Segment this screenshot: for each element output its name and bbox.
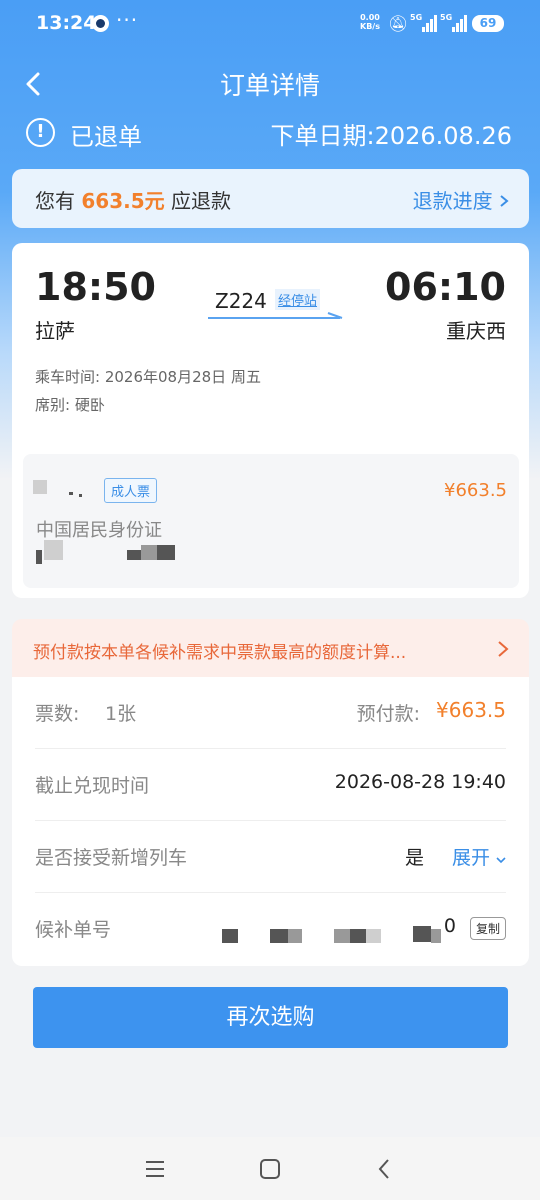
status-time: 13:24 — [36, 12, 97, 34]
network-speed: 0.00 KB/s — [360, 13, 380, 31]
home-icon[interactable] — [258, 1157, 282, 1181]
ticket-card: 18:50 拉萨 Z224 经停站 06:10 重庆西 乘车时间: 2026年0… — [12, 243, 529, 598]
refund-amount: 663.5元 — [81, 189, 165, 213]
prepayment-notice[interactable]: 预付款按本单各候补需求中票款最高的额度计算... — [12, 619, 529, 677]
passenger-info: 成人票 ¥663.5 中国居民身份证 — [23, 454, 519, 588]
waitlist-number-row: 候补单号 0 复制 — [35, 893, 506, 965]
seat-type: 席别: 硬卧 — [35, 396, 105, 414]
notice-text: 预付款按本单各候补需求中票款最高的额度计算... — [33, 643, 407, 663]
order-status-row: ! 已退单 下单日期:2026.08.26 — [26, 115, 516, 151]
signal-sim1-icon: 5G — [410, 13, 437, 32]
rebuy-button[interactable]: 再次选购 — [33, 987, 508, 1048]
refund-banner: 您有 663.5元 应退款 退款进度 — [12, 169, 529, 228]
arrival-time: 06:10 — [385, 265, 506, 309]
train-number: Z224 — [215, 289, 267, 313]
status-bar: 13:24 ··· 0.00 KB/s 🔕︎ 5G 5G 69 — [0, 0, 540, 50]
ticket-price: ¥663.5 — [444, 480, 507, 501]
deadline-value: 2026-08-28 19:40 — [334, 771, 506, 793]
accept-new-trains-value: 是 — [404, 847, 424, 869]
refund-progress-link[interactable]: 退款进度 — [413, 185, 509, 214]
ride-time: 乘车时间: 2026年08月28日 周五 — [35, 368, 261, 386]
deadline-row: 截止兑现时间 2026-08-28 19:40 — [35, 749, 506, 821]
menu-icon[interactable] — [143, 1157, 167, 1181]
prepay-amount: ¥663.5 — [436, 698, 506, 722]
alert-circle-icon: ! — [26, 118, 55, 147]
deadline-label: 截止兑现时间 — [35, 775, 150, 797]
waitlist-number-label: 候补单号 — [35, 919, 112, 941]
app-notification-icon — [92, 15, 109, 32]
mute-bell-icon: 🔕︎ — [388, 14, 409, 33]
chevron-down-icon — [496, 857, 506, 864]
tickets-label: 票数: — [35, 703, 80, 725]
waitlist-number-tail: 0 — [443, 915, 456, 937]
more-notifications-icon: ··· — [116, 8, 139, 32]
copy-button[interactable]: 复制 — [469, 917, 506, 940]
refund-message: 您有 663.5元 应退款 — [35, 189, 231, 213]
redacted-waitlist-number — [222, 929, 238, 943]
back-nav-icon[interactable] — [373, 1157, 397, 1181]
accept-new-trains-label: 是否接受新增列车 — [35, 847, 188, 869]
tickets-value: 1张 — [105, 703, 137, 725]
redacted-id — [36, 550, 42, 564]
id-type: 中国居民身份证 — [36, 520, 162, 541]
arrival-station: 重庆西 — [446, 319, 506, 343]
prepay-label: 预付款: — [356, 703, 420, 725]
page-title: 订单详情 — [219, 71, 320, 100]
chevron-right-icon — [498, 641, 509, 657]
signal-sim2-icon: 5G — [440, 13, 467, 32]
battery-icon: 69 — [472, 15, 504, 32]
accept-new-trains-row: 是否接受新增列车 是 展开 — [35, 821, 506, 893]
departure-time: 18:50 — [35, 265, 156, 309]
stops-link[interactable]: 经停站 — [275, 289, 321, 310]
ticket-type-badge: 成人票 — [104, 478, 158, 503]
train-direction-arrow-icon — [208, 312, 343, 319]
departure-station: 拉萨 — [35, 319, 75, 343]
chevron-right-icon — [500, 195, 509, 207]
redacted-name — [33, 480, 47, 494]
order-status: 已退单 — [70, 123, 142, 151]
expand-button[interactable]: 展开 — [452, 843, 506, 870]
tickets-row: 票数: 1张 预付款: ¥663.5 — [35, 677, 506, 749]
waitlist-details: 票数: 1张 预付款: ¥663.5 截止兑现时间 2026-08-28 19:… — [12, 677, 529, 966]
order-date: 下单日期:2026.08.26 — [270, 122, 513, 150]
system-nav-bar — [0, 1137, 540, 1200]
